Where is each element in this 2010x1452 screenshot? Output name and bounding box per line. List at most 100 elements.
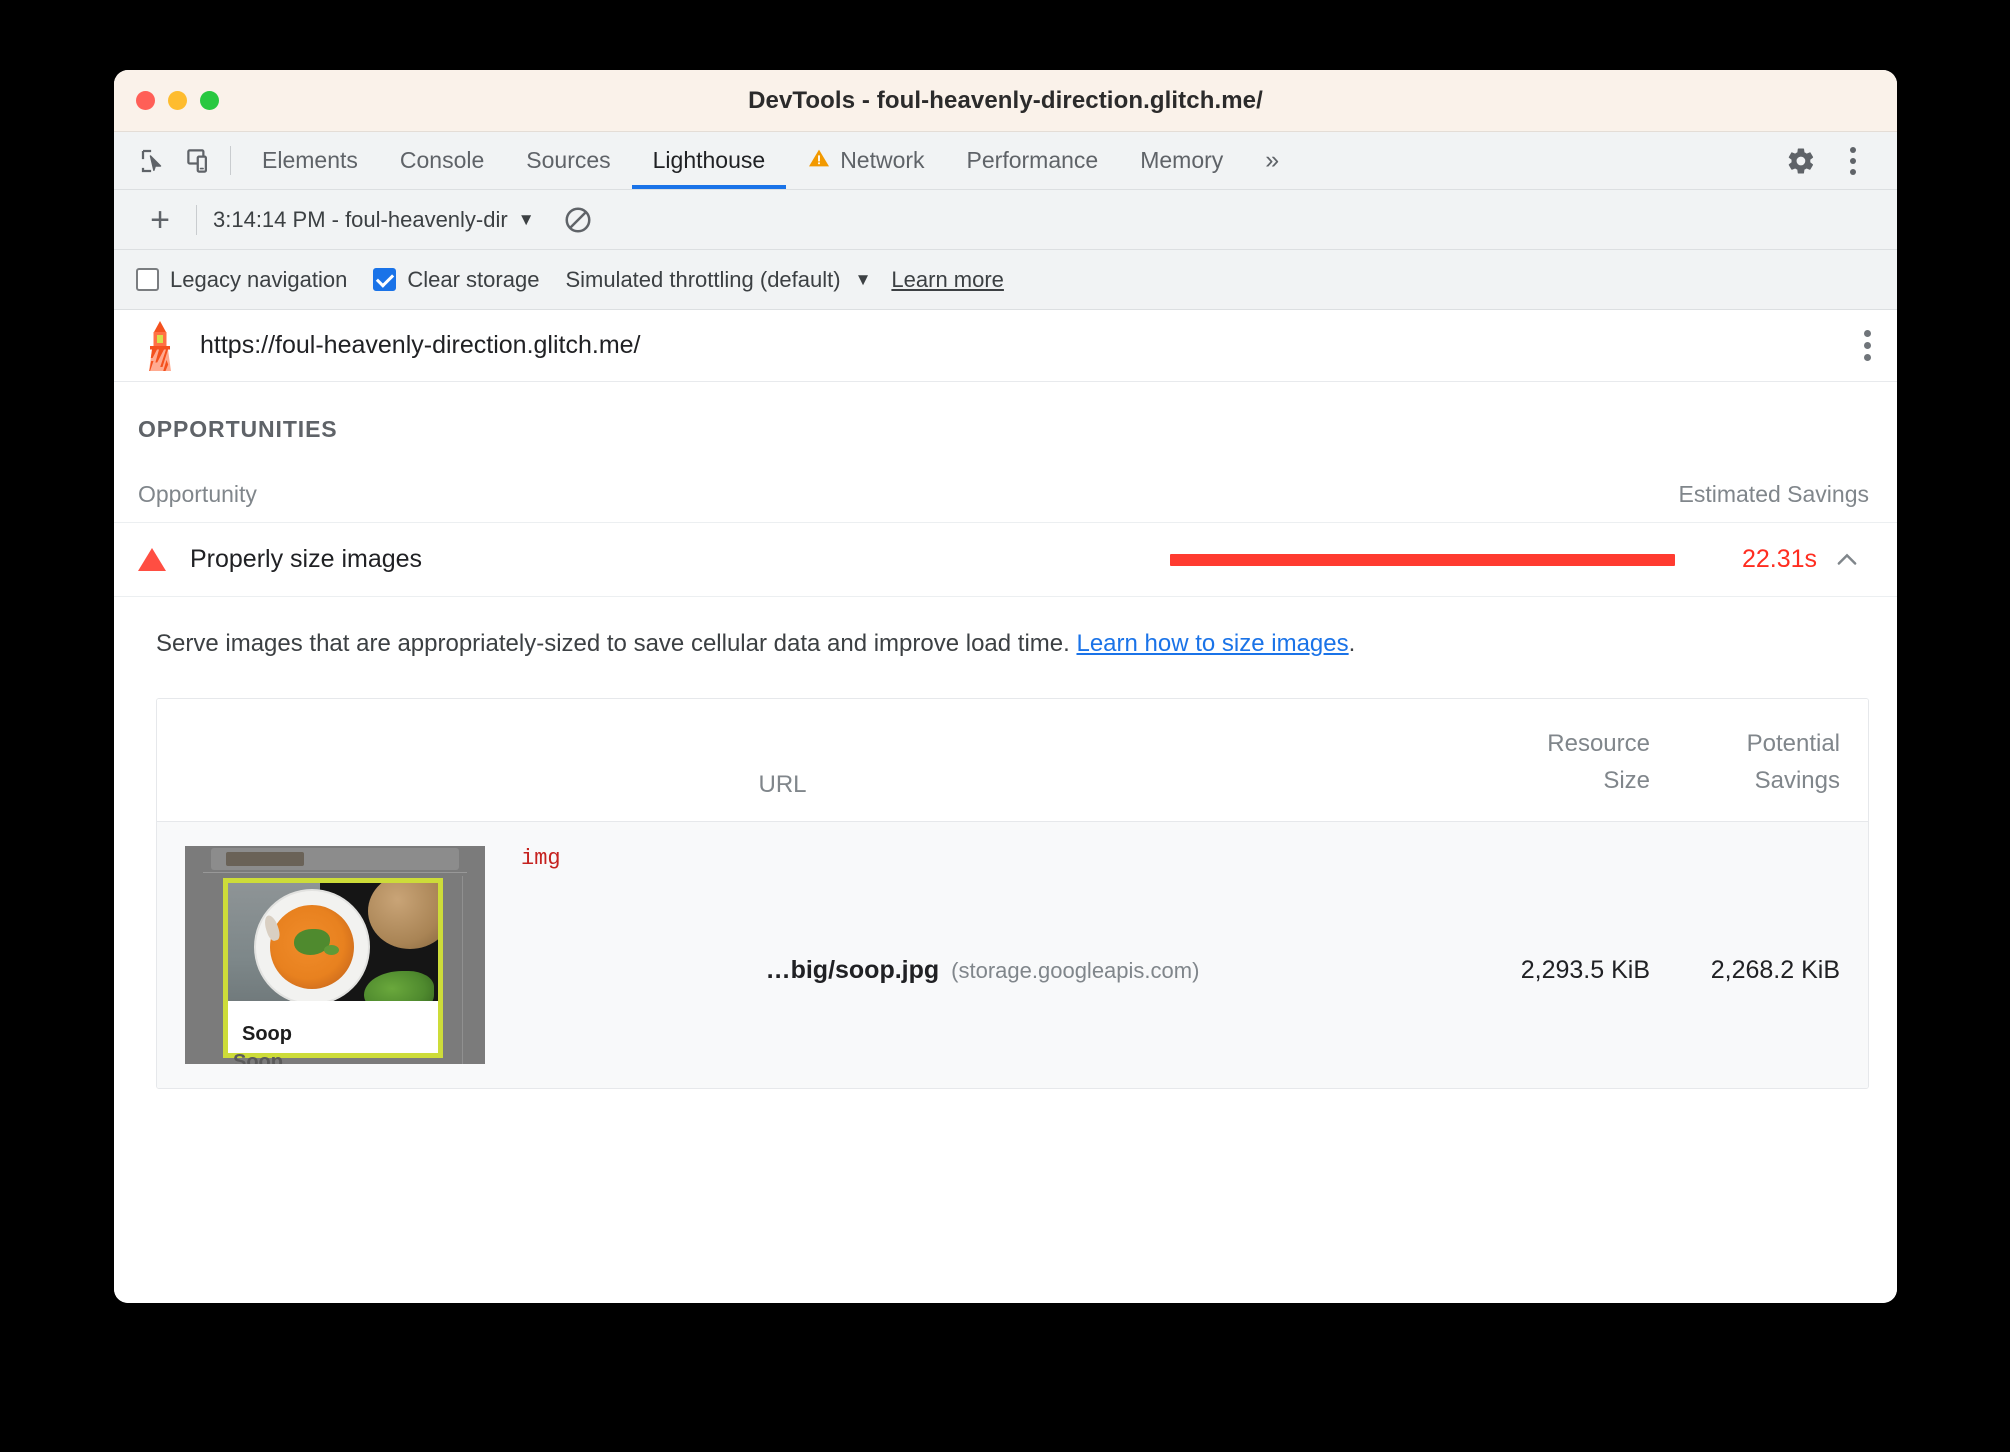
inspect-cursor-icon[interactable] <box>130 132 176 189</box>
chevron-up-icon[interactable] <box>1825 546 1869 574</box>
tab-performance[interactable]: Performance <box>946 132 1120 189</box>
thumbnail-vertical-divider <box>462 876 463 1065</box>
tab-console[interactable]: Console <box>379 132 505 189</box>
chevron-down-icon: ▼ <box>854 269 872 289</box>
card-title: Soop <box>242 1023 292 1046</box>
opportunity-row-properly-size-images[interactable]: Properly size images 22.31s <box>114 523 1897 597</box>
tabbar-right-actions <box>1742 132 1897 189</box>
resource-url-path: …big/soop.jpg <box>765 956 940 985</box>
detail-table-header: URL Resource Size Potential Savings <box>157 698 1868 823</box>
section-title-opportunities: OPPORTUNITIES <box>138 416 338 442</box>
column-header-estimated-savings: Estimated Savings <box>1678 481 1869 507</box>
resource-size-value: 2,293.5 KiB <box>1520 956 1650 985</box>
maximize-window-button[interactable] <box>200 91 219 110</box>
legacy-navigation-checkbox[interactable]: Legacy navigation <box>136 267 347 293</box>
chevron-double-right-icon: » <box>1265 146 1280 174</box>
gear-icon[interactable] <box>1775 146 1827 176</box>
bread-loaf <box>368 883 438 950</box>
clear-reports-button[interactable] <box>561 203 595 237</box>
opportunity-row-right: 22.31s <box>1170 545 1869 574</box>
lighthouse-report: https://foul-heavenly-direction.glitch.m… <box>114 310 1897 1303</box>
opportunity-detail-table: URL Resource Size Potential Savings Soop… <box>156 697 1869 1090</box>
report-url-bar: https://foul-heavenly-direction.glitch.m… <box>114 310 1897 382</box>
column-header-url: URL <box>758 771 807 799</box>
opportunity-savings-value: 22.31s <box>1741 545 1817 573</box>
column-header-opportunity: Opportunity <box>138 481 257 507</box>
clear-storage-label: Clear storage <box>407 266 540 292</box>
description-text: Serve images that are appropriately-size… <box>156 630 1077 657</box>
potential-savings-value: 2,268.2 KiB <box>1710 956 1840 985</box>
kebab-menu-icon <box>1864 330 1871 361</box>
tab-label: Elements <box>262 147 358 173</box>
table-row: Soop Soop Cozy warm img …big/soop.jpg (st… <box>157 822 1868 1089</box>
tab-label: Performance <box>966 147 1099 173</box>
column-header-potential-savings: Potential Savings <box>1690 725 1840 799</box>
new-report-button[interactable]: + <box>136 203 184 237</box>
report-options-button[interactable] <box>1864 330 1871 361</box>
lighthouse-settings-strip: Legacy navigation Clear storage Simulate… <box>114 250 1897 310</box>
header-line-2: Size <box>1603 766 1650 794</box>
report-page-url: https://foul-heavenly-direction.glitch.m… <box>200 331 641 359</box>
tab-network[interactable]: Network <box>786 132 945 189</box>
opportunity-row-left: Properly size images <box>138 545 422 574</box>
red-triangle-fail-icon <box>138 548 166 571</box>
element-highlight-box: Soop <box>223 878 443 1059</box>
warning-triangle-icon <box>807 146 831 176</box>
tab-label: Console <box>399 147 485 173</box>
opportunity-description: Serve images that are appropriately-size… <box>114 597 1897 662</box>
resource-url-host: (storage.googleapis.com) <box>951 958 1200 984</box>
savings-bar-fill <box>1170 553 1675 566</box>
tabbar-divider <box>230 146 231 175</box>
chevron-down-icon: ▼ <box>517 209 535 229</box>
report-run-label: 3:14:14 PM - foul-heavenly-dir <box>213 206 508 232</box>
devtools-tabbar: Elements Console Sources Lighthouse Netw… <box>114 132 1897 190</box>
tab-elements[interactable]: Elements <box>241 132 379 189</box>
kebab-menu-icon <box>1850 146 1856 175</box>
tab-lighthouse[interactable]: Lighthouse <box>631 132 787 189</box>
tab-label: Lighthouse <box>652 147 766 173</box>
thumbnail-rule <box>203 872 467 874</box>
devtools-window: DevTools - foul-heavenly-direction.glitc… <box>114 70 1897 1303</box>
learn-how-to-size-images-link[interactable]: Learn how to size images <box>1076 630 1348 657</box>
description-period: . <box>1348 630 1356 657</box>
column-header-resource-size: Resource Size <box>1500 725 1650 799</box>
tab-label: Network <box>840 147 925 173</box>
header-line-1: Resource <box>1547 729 1650 757</box>
tab-label: Memory <box>1140 147 1224 173</box>
tab-sources[interactable]: Sources <box>505 132 631 189</box>
opportunities-table-header: Opportunity Estimated Savings <box>114 443 1897 523</box>
checkbox-box[interactable] <box>373 268 397 291</box>
traffic-lights <box>136 91 219 110</box>
more-tabs-button[interactable]: » <box>1244 132 1300 189</box>
url-cell: img …big/soop.jpg (storage.googleapis.com… <box>485 846 1500 1064</box>
lighthouse-toolbar: + 3:14:14 PM - foul-heavenly-dir ▼ <box>114 190 1897 250</box>
devtools-tabs: Elements Console Sources Lighthouse Netw… <box>241 132 1300 189</box>
lh-toolbar-divider <box>196 204 197 235</box>
minimize-window-button[interactable] <box>168 91 187 110</box>
clear-storage-checkbox[interactable]: Clear storage <box>373 267 539 293</box>
card-caption: Soop <box>228 1001 438 1054</box>
opportunity-title: Properly size images <box>190 545 423 573</box>
header-line-1: Potential <box>1746 729 1840 757</box>
lighthouse-icon <box>138 320 182 372</box>
header-line-2: Savings <box>1754 766 1840 794</box>
report-run-select[interactable]: 3:14:14 PM - foul-heavenly-dir ▼ <box>213 207 535 233</box>
throttling-label: Simulated throttling (default) <box>565 266 841 292</box>
thumbnail-cell: Soop Soop Cozy warm <box>185 846 485 1065</box>
resource-url[interactable]: …big/soop.jpg (storage.googleapis.com) <box>485 956 1500 985</box>
devtools-main-menu-button[interactable] <box>1827 146 1879 175</box>
window-title: DevTools - foul-heavenly-direction.glitc… <box>748 86 1263 114</box>
learn-more-link[interactable]: Learn more <box>891 267 1004 293</box>
element-tag-name: img <box>521 846 561 872</box>
device-toolbar-icon[interactable] <box>176 132 222 189</box>
checkbox-box[interactable] <box>136 268 159 291</box>
soup-photo <box>228 883 438 1012</box>
report-bottom-strip <box>114 1089 1897 1114</box>
page-screenshot-thumbnail[interactable]: Soop Soop Cozy warm <box>185 846 485 1065</box>
thumbnail-top-card <box>211 848 459 871</box>
tab-memory[interactable]: Memory <box>1119 132 1244 189</box>
tab-label: Sources <box>526 147 611 173</box>
throttling-select[interactable]: Simulated throttling (default) ▼ <box>565 267 871 293</box>
savings-bar-track <box>1170 553 1675 566</box>
close-window-button[interactable] <box>136 91 155 110</box>
